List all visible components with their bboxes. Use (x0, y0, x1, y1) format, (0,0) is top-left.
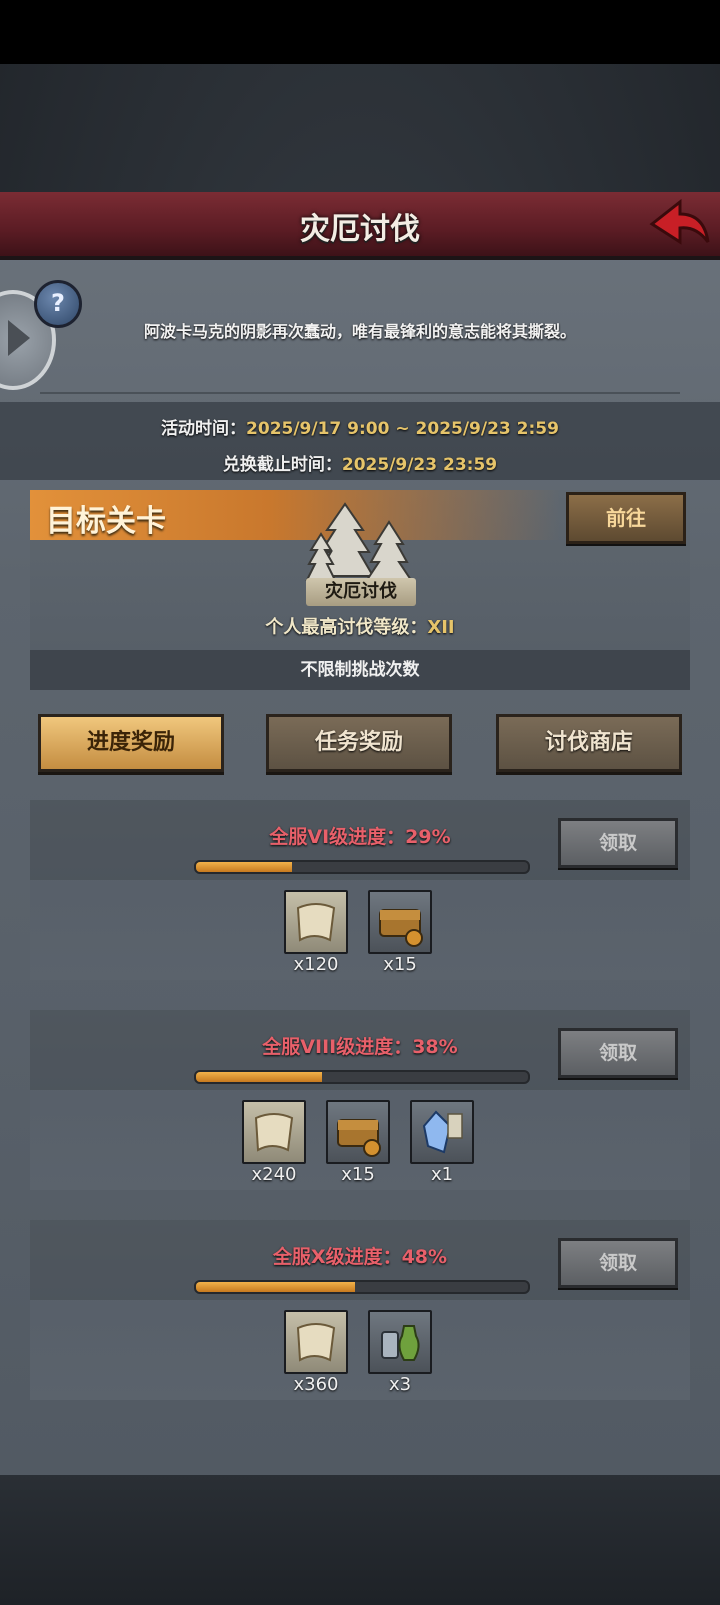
item-quantity: x1 (430, 1164, 454, 1185)
back-arrow-icon (649, 198, 710, 245)
item-quantity: x15 (383, 954, 417, 975)
best-level: 个人最高讨伐等级：XII (265, 617, 455, 638)
progress-bar (194, 860, 530, 874)
claim-button[interactable]: 领取 (558, 1238, 678, 1288)
crystal-icon[interactable] (410, 1100, 474, 1164)
scroll-icon[interactable] (242, 1100, 306, 1164)
unlimited-attempts: 不限制挑战次数 (30, 650, 690, 690)
item-quantity: x15 (341, 1164, 375, 1185)
divider (40, 392, 680, 394)
progress-bar (194, 1070, 530, 1084)
chest-icon[interactable] (326, 1100, 390, 1164)
progress-fill (196, 1282, 356, 1292)
progress-title: 全服VI级进度：29% (269, 826, 451, 848)
event-description: 阿波卡马克的阴影再次蠢动，唯有最锋利的意志能将其撕裂。 (143, 322, 576, 341)
tab-progress-rewards[interactable]: 进度奖励 (38, 714, 224, 772)
progress-title: 全服VIII级进度：38% (262, 1036, 458, 1058)
snowy-trees-icon[interactable] (305, 500, 415, 586)
back-button[interactable] (646, 196, 712, 252)
progress-title: 全服X级进度：48% (272, 1246, 448, 1268)
page-title: 灾厄讨伐 (300, 212, 420, 247)
potion-icon[interactable] (368, 1310, 432, 1374)
go-button[interactable]: 前往 (566, 492, 686, 544)
claim-button[interactable]: 领取 (558, 818, 678, 868)
item-quantity: x360 (293, 1374, 339, 1395)
progress-fill (196, 1072, 323, 1082)
exchange-deadline: 兑换截止时间：2025/9/23 23:59 (222, 455, 498, 475)
chest-icon[interactable] (368, 890, 432, 954)
scroll-icon[interactable] (284, 890, 348, 954)
tab-task-rewards[interactable]: 任务奖励 (266, 714, 452, 772)
item-quantity: x3 (388, 1374, 412, 1395)
question-icon: ? (51, 289, 65, 317)
progress-fill (196, 862, 293, 872)
progress-bar (194, 1280, 530, 1294)
claim-button[interactable]: 领取 (558, 1028, 678, 1078)
activity-time: 活动时间：2025/9/17 9:00 ~ 2025/9/23 2:59 (161, 419, 559, 439)
item-quantity: x120 (293, 954, 339, 975)
tab-shop[interactable]: 讨伐商店 (496, 714, 682, 772)
bottom-background (0, 1475, 720, 1605)
stage-name: 灾厄讨伐 (306, 578, 416, 606)
target-title: 目标关卡 (46, 504, 166, 539)
item-quantity: x240 (251, 1164, 297, 1185)
scroll-icon[interactable] (284, 1310, 348, 1374)
